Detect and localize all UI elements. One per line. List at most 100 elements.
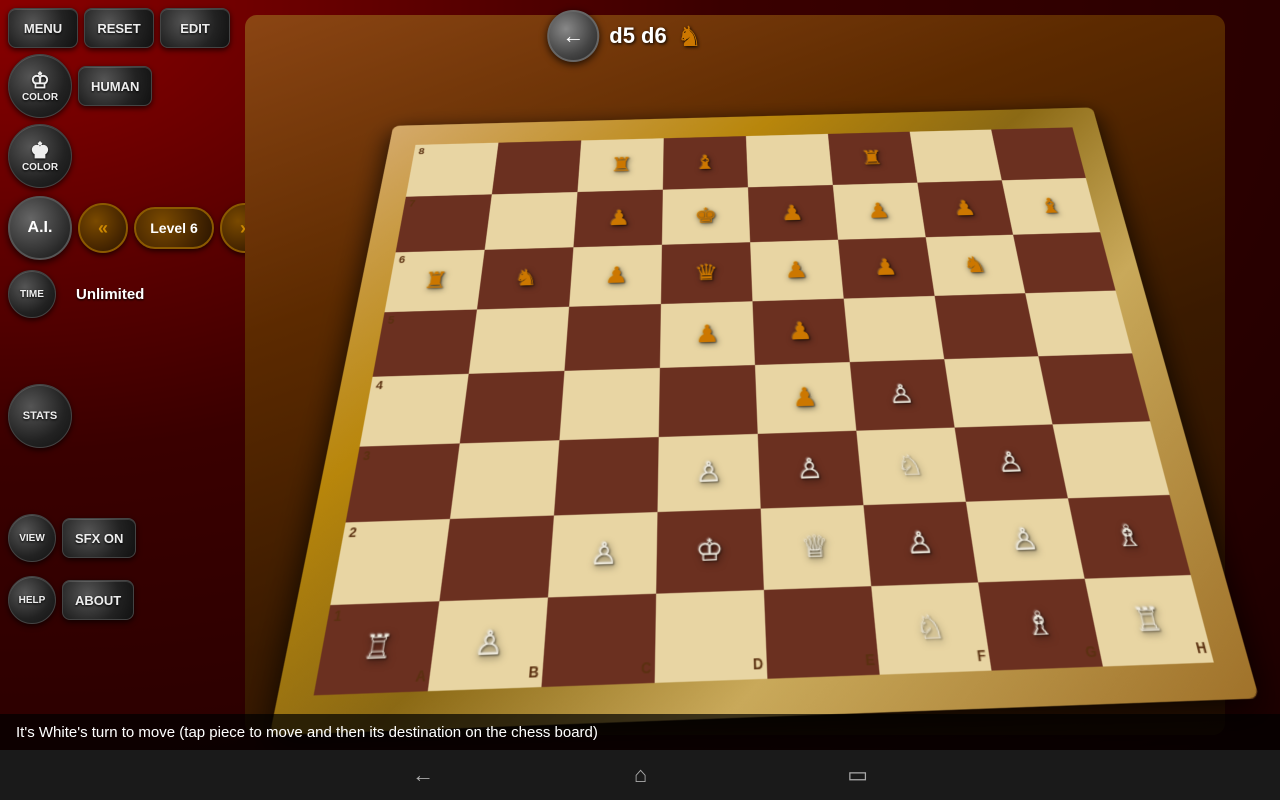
- piece-orange-♟: ♟: [753, 318, 848, 345]
- cell-A6[interactable]: 6♜: [385, 250, 485, 312]
- cell-E4[interactable]: ♟: [755, 362, 856, 434]
- cell-D7[interactable]: ♚: [662, 187, 750, 244]
- cell-F4[interactable]: ♙: [850, 359, 955, 431]
- reset-button[interactable]: RESET: [84, 8, 154, 48]
- cell-H4[interactable]: [1038, 353, 1150, 424]
- view-button[interactable]: VIEW: [8, 514, 56, 562]
- nav-back-icon[interactable]: ←: [412, 762, 434, 788]
- cell-H8[interactable]: [991, 127, 1086, 180]
- cell-A4[interactable]: 4: [360, 374, 469, 447]
- cell-G5[interactable]: [935, 293, 1039, 359]
- time-value: Unlimited: [64, 274, 156, 314]
- cell-E8[interactable]: [746, 134, 833, 187]
- nav-home-icon[interactable]: ⌂: [634, 762, 647, 788]
- piece-orange-♟: ♟: [751, 258, 842, 283]
- move-notation: d5 d6: [609, 23, 666, 49]
- cell-D2[interactable]: ♔: [656, 509, 764, 594]
- cell-B6[interactable]: ♞: [477, 247, 573, 309]
- cell-B7[interactable]: [485, 192, 578, 250]
- nav-recents-icon[interactable]: ▭: [847, 762, 868, 788]
- cell-H3[interactable]: [1053, 421, 1170, 498]
- cell-F2[interactable]: ♙: [863, 502, 978, 586]
- piece-white-♗: ♗: [1073, 519, 1184, 552]
- cell-G3[interactable]: ♙: [955, 424, 1068, 501]
- cell-B5[interactable]: [469, 307, 569, 374]
- piece-orange-♜: ♜: [579, 154, 664, 175]
- cell-A8[interactable]: 8: [406, 143, 499, 197]
- chess-board-wrap[interactable]: 8♜♝♜7♟♚♟♟♟♝6♜♞♟♛♟♟♞5♟♟4♟♙3♙♙♘♙2♙♔♕♙♙♗A1♖…: [270, 107, 1260, 735]
- piece-orange-♞: ♞: [479, 265, 572, 290]
- cell-C4[interactable]: [559, 368, 659, 440]
- cell-C8[interactable]: ♜: [577, 138, 663, 192]
- time-button[interactable]: TIME: [8, 270, 56, 318]
- cell-G2[interactable]: ♙: [966, 498, 1085, 582]
- cell-B8[interactable]: [492, 140, 581, 194]
- cell-G1[interactable]: G♗: [978, 579, 1103, 671]
- piece-orange-♟: ♟: [571, 263, 662, 288]
- cell-C2[interactable]: ♙: [548, 512, 658, 597]
- cell-C5[interactable]: [564, 304, 660, 371]
- cell-E1[interactable]: E: [764, 586, 880, 679]
- stats-button[interactable]: STATS: [8, 384, 72, 448]
- piece-white-♘: ♘: [874, 609, 987, 646]
- cell-A2[interactable]: 2: [330, 519, 450, 605]
- cell-D5[interactable]: ♟: [660, 301, 755, 368]
- cell-D4[interactable]: [659, 365, 758, 437]
- cell-D6[interactable]: ♛: [661, 242, 753, 304]
- cell-H5[interactable]: [1025, 291, 1132, 357]
- menu-button[interactable]: MENU: [8, 8, 78, 48]
- cell-G4[interactable]: [944, 356, 1052, 427]
- cell-D8[interactable]: ♝: [663, 136, 748, 190]
- cell-A1[interactable]: A1♖: [314, 601, 440, 695]
- cell-B2[interactable]: [439, 516, 554, 602]
- cell-C6[interactable]: ♟: [569, 245, 662, 307]
- cell-H1[interactable]: H♖: [1085, 575, 1214, 667]
- player1-color-button[interactable]: ♔ COLOR: [8, 54, 72, 118]
- cell-C3[interactable]: [554, 437, 659, 515]
- cell-E2[interactable]: ♕: [761, 505, 872, 590]
- player1-type-button[interactable]: HUMAN: [78, 66, 152, 106]
- cell-D3[interactable]: ♙: [657, 434, 760, 512]
- cell-B1[interactable]: B♙: [428, 597, 548, 691]
- cell-C7[interactable]: ♟: [573, 190, 662, 248]
- cell-C1[interactable]: C: [541, 594, 656, 687]
- cell-E3[interactable]: ♙: [758, 431, 864, 509]
- cell-H2[interactable]: ♗: [1068, 495, 1191, 579]
- cell-B3[interactable]: [450, 440, 559, 519]
- chess-grid[interactable]: 8♜♝♜7♟♚♟♟♟♝6♜♞♟♛♟♟♞5♟♟4♟♙3♙♙♘♙2♙♔♕♙♙♗A1♖…: [314, 127, 1214, 695]
- about-button[interactable]: ABOUT: [62, 580, 134, 620]
- cell-G8[interactable]: [910, 130, 1002, 183]
- cell-E7[interactable]: ♟: [748, 185, 838, 242]
- help-row: HELP ABOUT: [8, 576, 134, 624]
- cell-F7[interactable]: ♟: [833, 183, 926, 240]
- piece-orange-♟: ♟: [749, 202, 837, 225]
- help-button[interactable]: HELP: [8, 576, 56, 624]
- cell-H7[interactable]: ♝: [1002, 178, 1100, 235]
- cell-A7[interactable]: 7: [396, 194, 492, 252]
- cell-G6[interactable]: ♞: [926, 235, 1026, 296]
- cell-A5[interactable]: 5: [373, 309, 477, 376]
- time-row: TIME Unlimited: [8, 270, 156, 318]
- cell-E5[interactable]: ♟: [752, 299, 849, 365]
- cell-G7[interactable]: ♟: [917, 180, 1013, 237]
- level-prev-button[interactable]: «: [78, 203, 128, 253]
- chess-inner: 8♜♝♜7♟♚♟♟♟♝6♜♞♟♛♟♟♞5♟♟4♟♙3♙♙♘♙2♙♔♕♙♙♗A1♖…: [314, 127, 1214, 695]
- piece-white-♙: ♙: [658, 457, 760, 488]
- cell-B4[interactable]: [460, 371, 565, 444]
- status-message: It's White's turn to move (tap piece to …: [16, 724, 598, 741]
- piece-white-♕: ♕: [762, 530, 869, 564]
- cell-F1[interactable]: F♘: [871, 582, 991, 674]
- cell-H6[interactable]: [1013, 232, 1115, 293]
- cell-A3[interactable]: 3: [346, 443, 460, 522]
- cell-F5[interactable]: [844, 296, 945, 362]
- cell-D1[interactable]: D: [655, 590, 768, 683]
- cell-F8[interactable]: ♜: [828, 132, 917, 185]
- cell-F3[interactable]: ♘: [856, 428, 966, 506]
- player1-color-label: COLOR: [22, 92, 58, 103]
- ai-button[interactable]: A.I.: [8, 196, 72, 260]
- back-move-button[interactable]: ←: [547, 10, 599, 62]
- cell-E6[interactable]: ♟: [750, 240, 844, 302]
- sfx-button[interactable]: SFX ON: [62, 518, 136, 558]
- cell-F6[interactable]: ♟: [838, 237, 935, 298]
- player2-color-button[interactable]: ♚ COLOR: [8, 124, 72, 188]
